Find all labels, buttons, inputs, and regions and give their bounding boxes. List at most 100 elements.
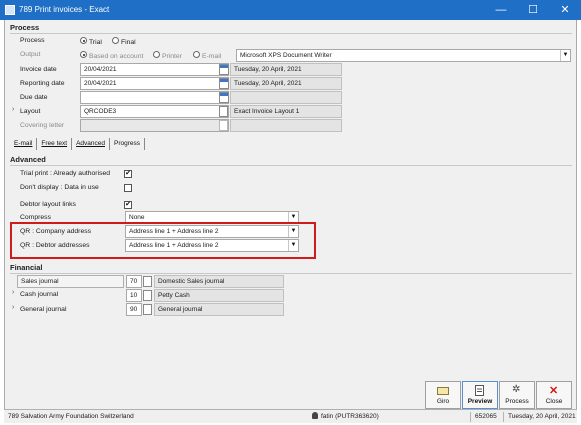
preview-button[interactable]: Preview (462, 381, 498, 409)
debtor-layout-links-label: Debtor layout links (20, 201, 76, 208)
qr-company-address-select[interactable]: Address line 1 + Address line 2 (125, 225, 299, 238)
advanced-section-title: Advanced (10, 155, 46, 164)
envelope-icon (437, 387, 449, 395)
sales-journal-label: Sales journal (21, 278, 59, 285)
invoice-date-input[interactable]: 20/04/2021 (80, 63, 229, 76)
preview-icon (475, 385, 484, 396)
covering-letter-input[interactable] (80, 119, 229, 132)
document-icon[interactable] (219, 120, 228, 131)
general-journal-name: General journal (154, 303, 284, 316)
qr-company-dropdown-arrow[interactable]: ▼ (288, 226, 298, 237)
radio-trial[interactable]: Trial (80, 37, 102, 46)
status-date: Tuesday, 20 April, 2021 (503, 412, 576, 422)
layout-code-input[interactable]: QRCODE3 (80, 105, 229, 118)
output-label: Output (20, 51, 41, 58)
advanced-divider (10, 165, 572, 166)
compress-label: Compress (20, 214, 51, 221)
tab-free-text[interactable]: Free text (37, 138, 71, 150)
process-label: Process (505, 398, 529, 405)
tab-email[interactable]: E-mail (10, 138, 36, 150)
calendar-icon[interactable] (219, 92, 229, 103)
chevron-right-icon[interactable]: › (12, 304, 14, 311)
document-icon[interactable] (143, 304, 152, 315)
radio-based-on-account-indicator[interactable] (80, 51, 87, 58)
dont-display-checkbox[interactable] (124, 184, 132, 192)
process-divider (10, 33, 572, 34)
gear-icon: ✲ (512, 384, 521, 395)
reporting-date-input[interactable]: 20/04/2021 (80, 77, 229, 90)
covering-letter-label: Covering letter (20, 122, 65, 129)
status-user: fatin (PUTR363620) (321, 413, 379, 420)
radio-based-on-account-label: Based on account (88, 53, 144, 60)
calendar-icon[interactable] (219, 78, 229, 89)
radio-trial-label: Trial (88, 39, 102, 46)
radio-printer-label: Printer (161, 53, 182, 60)
output-device-dropdown-arrow[interactable]: ▼ (560, 50, 570, 61)
output-device-select[interactable]: Microsoft XPS Document Writer (236, 49, 571, 62)
close-icon: ✕ (549, 385, 559, 397)
radio-final-indicator[interactable] (112, 37, 119, 44)
radio-trial-indicator[interactable] (80, 37, 87, 44)
covering-letter-name (230, 119, 342, 132)
giro-button[interactable]: Giro (425, 381, 461, 409)
invoice-date-long: Tuesday, 20 April, 2021 (230, 63, 342, 76)
chevron-right-icon[interactable]: › (12, 106, 14, 113)
general-journal-code-input[interactable]: 90 (126, 303, 142, 316)
status-bar: 789 Salvation Army Foundation Switzerlan… (4, 409, 577, 423)
tab-strip: E-mail Free text Advanced Progress (10, 138, 146, 150)
output-device-value: Microsoft XPS Document Writer (240, 52, 332, 59)
app-icon (5, 5, 15, 15)
sales-journal-code-input[interactable]: 70 (126, 275, 142, 288)
radio-final[interactable]: Final (112, 37, 136, 46)
financial-divider (10, 273, 572, 274)
close-window-button[interactable]: ✕ (549, 0, 581, 20)
title-bar: 789 Print invoices - Exact — ☐ ✕ (0, 0, 581, 20)
trial-print-checkbox[interactable]: ✔ (124, 170, 132, 178)
reporting-date-label: Reporting date (20, 80, 65, 87)
close-label: Close (545, 398, 563, 405)
debtor-layout-links-checkbox[interactable]: ✔ (124, 201, 132, 209)
radio-email-indicator[interactable] (193, 51, 200, 58)
due-date-label: Due date (20, 94, 48, 101)
layout-label: Layout (20, 108, 41, 115)
preview-label: Preview (467, 398, 493, 405)
qr-debtor-addresses-select[interactable]: Address line 1 + Address line 2 (125, 239, 299, 252)
sales-journal-name: Domestic Sales journal (154, 275, 284, 288)
radio-final-label: Final (120, 39, 136, 46)
document-icon[interactable] (143, 290, 152, 301)
giro-label: Giro (436, 398, 450, 405)
compress-value: None (129, 214, 145, 221)
chevron-right-icon[interactable]: › (12, 289, 14, 296)
due-date-long (230, 91, 342, 104)
maximize-button[interactable]: ☐ (517, 0, 549, 20)
radio-printer-indicator[interactable] (153, 51, 160, 58)
radio-email[interactable]: E-mail (193, 51, 221, 60)
minimize-button[interactable]: — (485, 0, 517, 20)
qr-company-address-value: Address line 1 + Address line 2 (129, 228, 219, 235)
document-icon[interactable] (219, 106, 228, 117)
invoice-date-label: Invoice date (20, 66, 57, 73)
process-button[interactable]: ✲ Process (499, 381, 535, 409)
reporting-date-long: Tuesday, 20 April, 2021 (230, 77, 342, 90)
calendar-icon[interactable] (219, 64, 229, 75)
trial-print-label: Trial print : Already authorised (20, 170, 111, 177)
radio-based-on-account[interactable]: Based on account (80, 51, 143, 60)
due-date-input[interactable] (80, 91, 229, 104)
tab-advanced[interactable]: Advanced (72, 138, 109, 150)
dont-display-label: Don't display : Data in use (20, 184, 99, 191)
general-journal-label: General journal (20, 306, 67, 313)
radio-email-label: E-mail (201, 53, 222, 60)
qr-debtor-dropdown-arrow[interactable]: ▼ (288, 240, 298, 251)
document-icon[interactable] (143, 276, 152, 287)
status-company: 789 Salvation Army Foundation Switzerlan… (8, 413, 134, 420)
close-button[interactable]: ✕ Close (536, 381, 572, 409)
qr-debtor-addresses-value: Address line 1 + Address line 2 (129, 242, 219, 249)
radio-printer[interactable]: Printer (153, 51, 182, 60)
financial-section-title: Financial (10, 263, 43, 272)
qr-company-address-label: QR : Company address (20, 228, 92, 235)
layout-name: Exact Invoice Layout 1 (230, 105, 342, 118)
tab-divider (144, 138, 146, 150)
tab-progress[interactable]: Progress (110, 138, 144, 150)
process-label: Process (20, 37, 45, 44)
cash-journal-code-input[interactable]: 10 (126, 289, 142, 302)
